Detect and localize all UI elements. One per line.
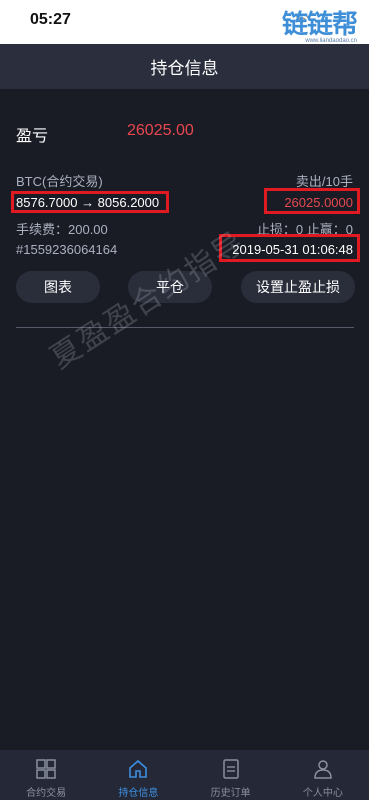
bottom-nav: 合约交易 持仓信息 历史订单 个人中心	[0, 750, 369, 800]
price-range: 8576.7000 → 8056.2000	[16, 195, 160, 210]
nav-item-contract-trading[interactable]: 合约交易	[0, 750, 92, 800]
user-icon	[314, 760, 332, 779]
nav-item-profile[interactable]: 个人中心	[277, 750, 369, 800]
watermark-logo: 链链帮 www.liandaodao.cn	[281, 10, 358, 44]
order-id: #1559236064164	[16, 242, 118, 257]
nav-label: 个人中心	[302, 788, 343, 799]
nav-item-order-history[interactable]: 历史订单	[185, 750, 277, 800]
fee-text: 手续费：200.00	[16, 222, 108, 237]
header-bar: 持仓信息	[0, 44, 369, 89]
pnl-row: 盈亏 26025.00	[16, 122, 356, 145]
watermark-logo-text: 链链帮	[281, 10, 358, 40]
order-time: 2019-05-31 01:06:48	[232, 242, 353, 257]
pnl-label: 盈亏	[16, 128, 49, 145]
close-position-button[interactable]: 平仓	[128, 271, 212, 303]
contract-name: BTC(合约交易)	[16, 174, 103, 189]
page-title: 持仓信息	[150, 59, 219, 78]
set-stop-loss-take-profit-button[interactable]: 设置止盈止损	[241, 271, 355, 303]
nav-label: 合约交易	[26, 788, 67, 799]
status-time: 05:27	[30, 11, 71, 28]
pnl-value: 26025.00	[127, 122, 194, 139]
profit-value: 26025.0000	[284, 195, 353, 210]
nav-item-positions[interactable]: 持仓信息	[92, 750, 184, 800]
nav-label: 历史订单	[210, 788, 251, 799]
chart-button[interactable]: 图表	[16, 271, 100, 303]
nav-label: 持仓信息	[118, 788, 159, 799]
grid-icon	[36, 759, 56, 779]
home-icon	[129, 759, 148, 778]
divider	[16, 327, 354, 328]
status-bar: 05:27 链链帮 www.liandaodao.cn	[0, 0, 369, 44]
document-icon	[222, 759, 239, 779]
